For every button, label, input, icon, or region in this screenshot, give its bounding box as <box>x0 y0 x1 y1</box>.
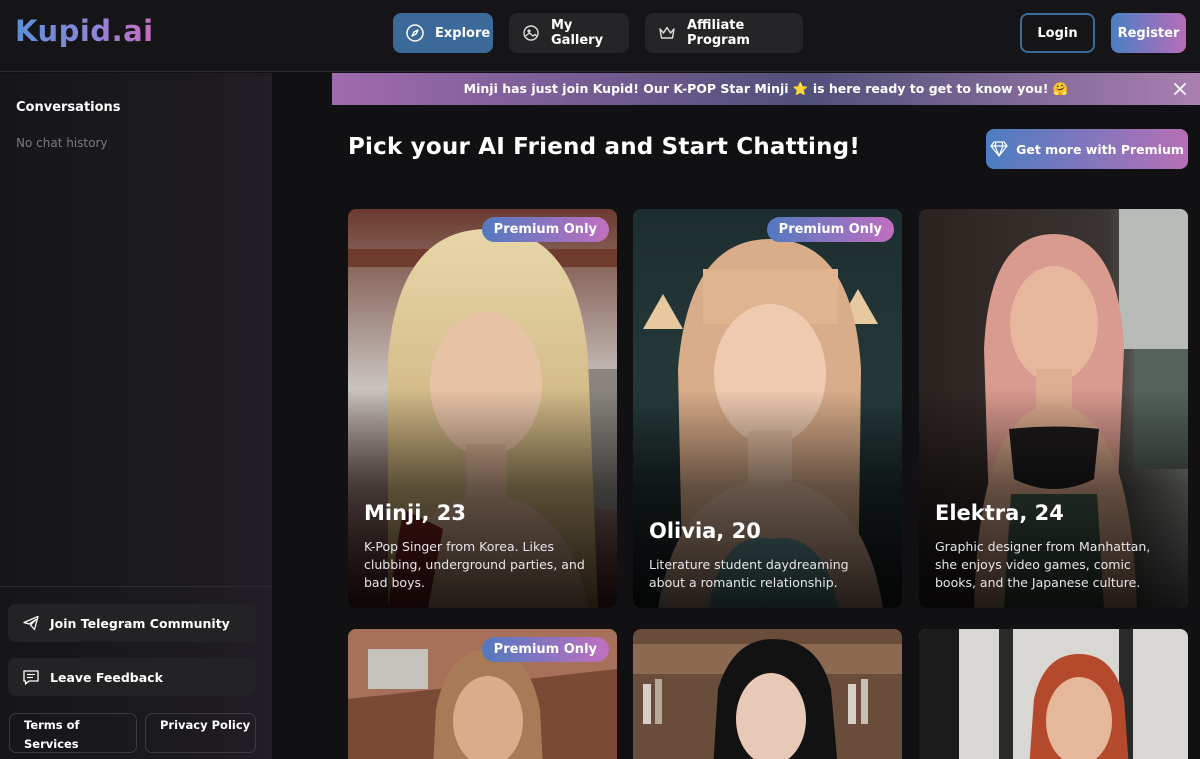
premium-only-badge: Premium Only <box>481 217 609 242</box>
sidebar: Conversations No chat history Join Teleg… <box>0 73 272 759</box>
diamond-icon <box>990 141 1008 157</box>
character-card-minji[interactable]: Premium Only Minji, 23 K-Pop Singer from… <box>348 209 617 608</box>
page-title: Pick your AI Friend and Start Chatting! <box>348 134 861 160</box>
character-photo <box>919 629 1188 759</box>
kupid-logo[interactable]: Kupid.ai <box>15 14 154 48</box>
premium-only-badge: Premium Only <box>481 637 609 662</box>
nav-gallery-button[interactable]: My Gallery <box>509 13 629 53</box>
announcement-bar: Minji has just join Kupid! Our K-POP Sta… <box>332 73 1200 105</box>
crown-icon <box>657 23 677 43</box>
announcement-text: Minji has just join Kupid! Our K-POP Sta… <box>463 81 1069 96</box>
character-photo <box>633 629 902 759</box>
terms-of-services-link[interactable]: Terms of Services <box>9 713 137 753</box>
character-card[interactable]: Premium Only <box>348 629 617 759</box>
nav-affiliate-button[interactable]: Affiliate Program <box>645 13 803 53</box>
conversations-title: Conversations <box>16 100 121 115</box>
top-header: Kupid.ai Explore My Gallery Affiliate Pr… <box>0 0 1200 72</box>
privacy-policy-link[interactable]: Privacy Policy <box>145 713 256 753</box>
nav-affiliate-label: Affiliate Program <box>687 18 750 48</box>
join-telegram-button[interactable]: Join Telegram Community <box>8 604 256 642</box>
character-card-elektra[interactable]: Elektra, 24 Graphic designer from Manhat… <box>919 209 1188 608</box>
no-chat-history-text: No chat history <box>16 136 108 150</box>
premium-only-badge: Premium Only <box>766 217 894 242</box>
character-name: Elektra, 24 <box>935 501 1064 525</box>
gallery-icon <box>521 23 541 43</box>
character-name: Olivia, 20 <box>649 519 761 543</box>
nav-gallery-label: My Gallery <box>551 18 604 48</box>
character-description: Graphic designer from Manhattan, she enj… <box>935 539 1151 590</box>
close-icon[interactable] <box>1172 81 1188 97</box>
character-description: K-Pop Singer from Korea. Likes clubbing,… <box>364 539 585 590</box>
character-description: Literature student daydreaming about a r… <box>649 557 849 590</box>
character-card[interactable] <box>633 629 902 759</box>
nav-explore-label: Explore <box>435 25 491 41</box>
get-premium-label: Get more with Premium <box>1016 141 1184 157</box>
login-button[interactable]: Login <box>1020 13 1095 53</box>
compass-icon <box>405 23 425 43</box>
telegram-icon <box>22 614 40 632</box>
join-telegram-label: Join Telegram Community <box>50 615 230 631</box>
character-card-olivia[interactable]: Premium Only Olivia, 20 Literature stude… <box>633 209 902 608</box>
register-button[interactable]: Register <box>1111 13 1186 53</box>
chat-bubble-icon <box>22 668 40 686</box>
character-name: Minji, 23 <box>364 501 466 525</box>
sidebar-divider <box>0 586 272 587</box>
leave-feedback-label: Leave Feedback <box>50 669 163 685</box>
character-card[interactable] <box>919 629 1188 759</box>
get-premium-button[interactable]: Get more with Premium <box>986 129 1188 169</box>
leave-feedback-button[interactable]: Leave Feedback <box>8 658 256 696</box>
nav-explore-button[interactable]: Explore <box>393 13 493 53</box>
